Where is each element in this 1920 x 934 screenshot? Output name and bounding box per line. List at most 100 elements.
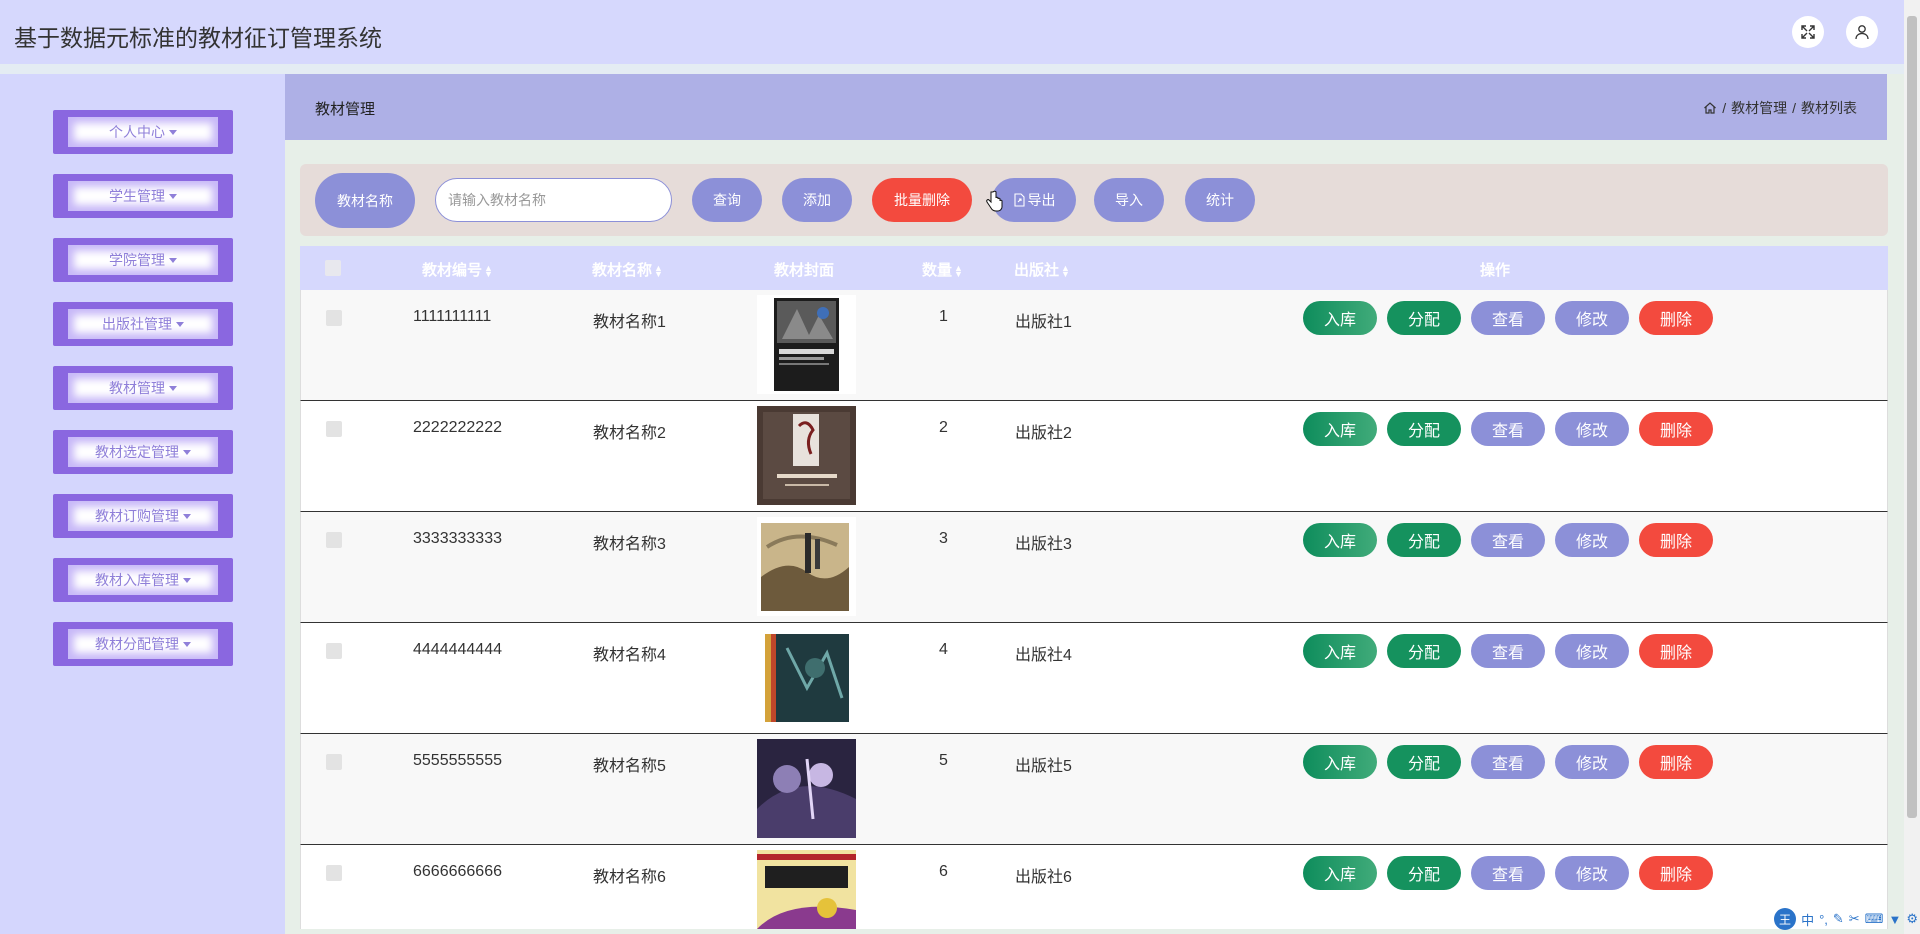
row-checkbox[interactable] [326, 421, 342, 437]
stock-in-button[interactable]: 入库 [1303, 856, 1377, 890]
table-row: 3333333333 教材名称3 3 出版社3 入库 分配 查看 修改 删除 [300, 512, 1888, 623]
import-button[interactable]: 导入 [1094, 178, 1164, 222]
edit-button[interactable]: 修改 [1555, 745, 1629, 779]
fullscreen-button[interactable] [1792, 16, 1824, 48]
page-scrollbar[interactable] [1904, 0, 1920, 934]
column-header-actions: 操作 [1480, 262, 1511, 279]
row-checkbox[interactable] [326, 310, 342, 326]
view-button[interactable]: 查看 [1471, 634, 1545, 668]
sidebar-item-students[interactable]: 学生管理 [53, 174, 233, 218]
column-header-id[interactable]: 教材编号 ▲ ▼ [422, 259, 493, 280]
stock-in-button[interactable]: 入库 [1303, 301, 1377, 335]
column-header-qty[interactable]: 数量 ▲ ▼ [922, 259, 963, 280]
table-row: 5555555555 教材名称5 5 出版社5 入库 分配 查看 修改 删除 [300, 734, 1888, 845]
view-button[interactable]: 查看 [1471, 856, 1545, 890]
view-button[interactable]: 查看 [1471, 523, 1545, 557]
scissors-icon[interactable]: ✂ [1849, 911, 1860, 927]
edit-button[interactable]: 修改 [1555, 523, 1629, 557]
assign-button[interactable]: 分配 [1387, 634, 1461, 668]
assign-button[interactable]: 分配 [1387, 745, 1461, 779]
sidebar-item-textbooks[interactable]: 教材管理 [53, 366, 233, 410]
add-button[interactable]: 添加 [782, 178, 852, 222]
ime-mode[interactable]: 中 [1801, 910, 1814, 929]
cell-id: 5555555555 [413, 752, 502, 769]
edit-button[interactable]: 修改 [1555, 634, 1629, 668]
punctuation-icon[interactable]: °, [1819, 912, 1828, 927]
row-checkbox[interactable] [326, 865, 342, 881]
edit-button[interactable]: 修改 [1555, 856, 1629, 890]
ime-badge[interactable]: 王 [1774, 908, 1797, 930]
stock-in-button[interactable]: 入库 [1303, 745, 1377, 779]
delete-button[interactable]: 删除 [1639, 412, 1713, 446]
scrollbar-thumb[interactable] [1907, 16, 1917, 818]
column-header-name[interactable]: 教材名称 ▲ ▼ [592, 259, 663, 280]
view-button[interactable]: 查看 [1471, 745, 1545, 779]
view-button[interactable]: 查看 [1471, 412, 1545, 446]
cover-image[interactable] [757, 628, 856, 727]
search-bar: 教材名称 查询 添加 批量删除 导出 导入 统计 [300, 164, 1888, 236]
row-checkbox[interactable] [326, 754, 342, 770]
cover-image[interactable] [757, 850, 856, 929]
assign-button[interactable]: 分配 [1387, 412, 1461, 446]
cell-qty: 2 [939, 419, 948, 436]
sort-icon[interactable]: ▲ ▼ [1061, 264, 1070, 279]
sidebar-item-textbook-assignment[interactable]: 教材分配管理 [53, 622, 233, 666]
view-button[interactable]: 查看 [1471, 301, 1545, 335]
stock-in-button[interactable]: 入库 [1303, 634, 1377, 668]
stats-button[interactable]: 统计 [1185, 178, 1255, 222]
cover-image[interactable] [757, 295, 856, 394]
assign-button[interactable]: 分配 [1387, 856, 1461, 890]
stock-in-button[interactable]: 入库 [1303, 523, 1377, 557]
cell-id: 1111111111 [413, 308, 492, 325]
page-header: 教材管理 / 教材管理 / 教材列表 [285, 74, 1887, 140]
home-icon[interactable] [1703, 101, 1717, 115]
select-all-checkbox[interactable] [325, 260, 341, 276]
user-button[interactable] [1846, 16, 1878, 48]
export-button[interactable]: 导出 [992, 178, 1076, 222]
caret-down-icon [169, 193, 177, 199]
query-button[interactable]: 查询 [692, 178, 762, 222]
row-checkbox[interactable] [326, 643, 342, 659]
batch-delete-button[interactable]: 批量删除 [872, 178, 972, 222]
column-header-publisher[interactable]: 出版社 ▲ ▼ [1014, 259, 1070, 280]
pen-icon[interactable]: ✎ [1833, 911, 1844, 927]
assign-button[interactable]: 分配 [1387, 523, 1461, 557]
sidebar-item-textbook-selection[interactable]: 教材选定管理 [53, 430, 233, 474]
stock-in-button[interactable]: 入库 [1303, 412, 1377, 446]
keyboard-icon[interactable]: ⌨ [1865, 911, 1884, 927]
sort-icon[interactable]: ▲ ▼ [654, 264, 663, 279]
sidebar-item-personal-center[interactable]: 个人中心 [53, 110, 233, 154]
sidebar-item-colleges[interactable]: 学院管理 [53, 238, 233, 282]
table-row: 1111111111 教材名称1 1 出版社1 入库 分配 查看 修改 删除 [300, 290, 1888, 401]
sidebar-item-textbook-ordering[interactable]: 教材订购管理 [53, 494, 233, 538]
sidebar-item-publishers[interactable]: 出版社管理 [53, 302, 233, 346]
edit-button[interactable]: 修改 [1555, 412, 1629, 446]
sort-icon[interactable]: ▲ ▼ [954, 264, 963, 279]
sidebar-item-label: 教材分配管理 [95, 636, 179, 652]
assign-button[interactable]: 分配 [1387, 301, 1461, 335]
sidebar-item-textbook-stock-in[interactable]: 教材入库管理 [53, 558, 233, 602]
shirt-icon[interactable]: ▼ [1888, 912, 1901, 927]
edit-button[interactable]: 修改 [1555, 301, 1629, 335]
caret-down-icon [169, 129, 177, 135]
delete-button[interactable]: 删除 [1639, 634, 1713, 668]
delete-button[interactable]: 删除 [1639, 856, 1713, 890]
textbook-table: 教材编号 ▲ ▼ 教材名称 ▲ ▼ 教材封面 数量 ▲ ▼ 出版社 ▲ ▼ 操作 1111111… [300, 246, 1888, 929]
sidebar-item-label: 学生管理 [109, 188, 165, 204]
cover-image[interactable] [757, 739, 856, 838]
delete-button[interactable]: 删除 [1639, 523, 1713, 557]
table-row: 4444444444 教材名称4 4 出版社4 入库 分配 查看 修改 删除 [300, 623, 1888, 734]
breadcrumb: / 教材管理 / 教材列表 [1703, 98, 1857, 118]
row-checkbox[interactable] [326, 532, 342, 548]
delete-button[interactable]: 删除 [1639, 301, 1713, 335]
search-input[interactable] [435, 178, 672, 222]
breadcrumb-item[interactable]: 教材管理 [1731, 98, 1787, 118]
cover-image[interactable] [757, 517, 856, 616]
cell-qty: 5 [939, 752, 948, 769]
caret-down-icon [183, 513, 191, 519]
sort-icon[interactable]: ▲ ▼ [484, 264, 493, 279]
settings-icon[interactable]: ⚙ [1906, 911, 1918, 927]
delete-button[interactable]: 删除 [1639, 745, 1713, 779]
cell-publisher: 出版社4 [1015, 647, 1072, 664]
cover-image[interactable] [757, 406, 856, 505]
